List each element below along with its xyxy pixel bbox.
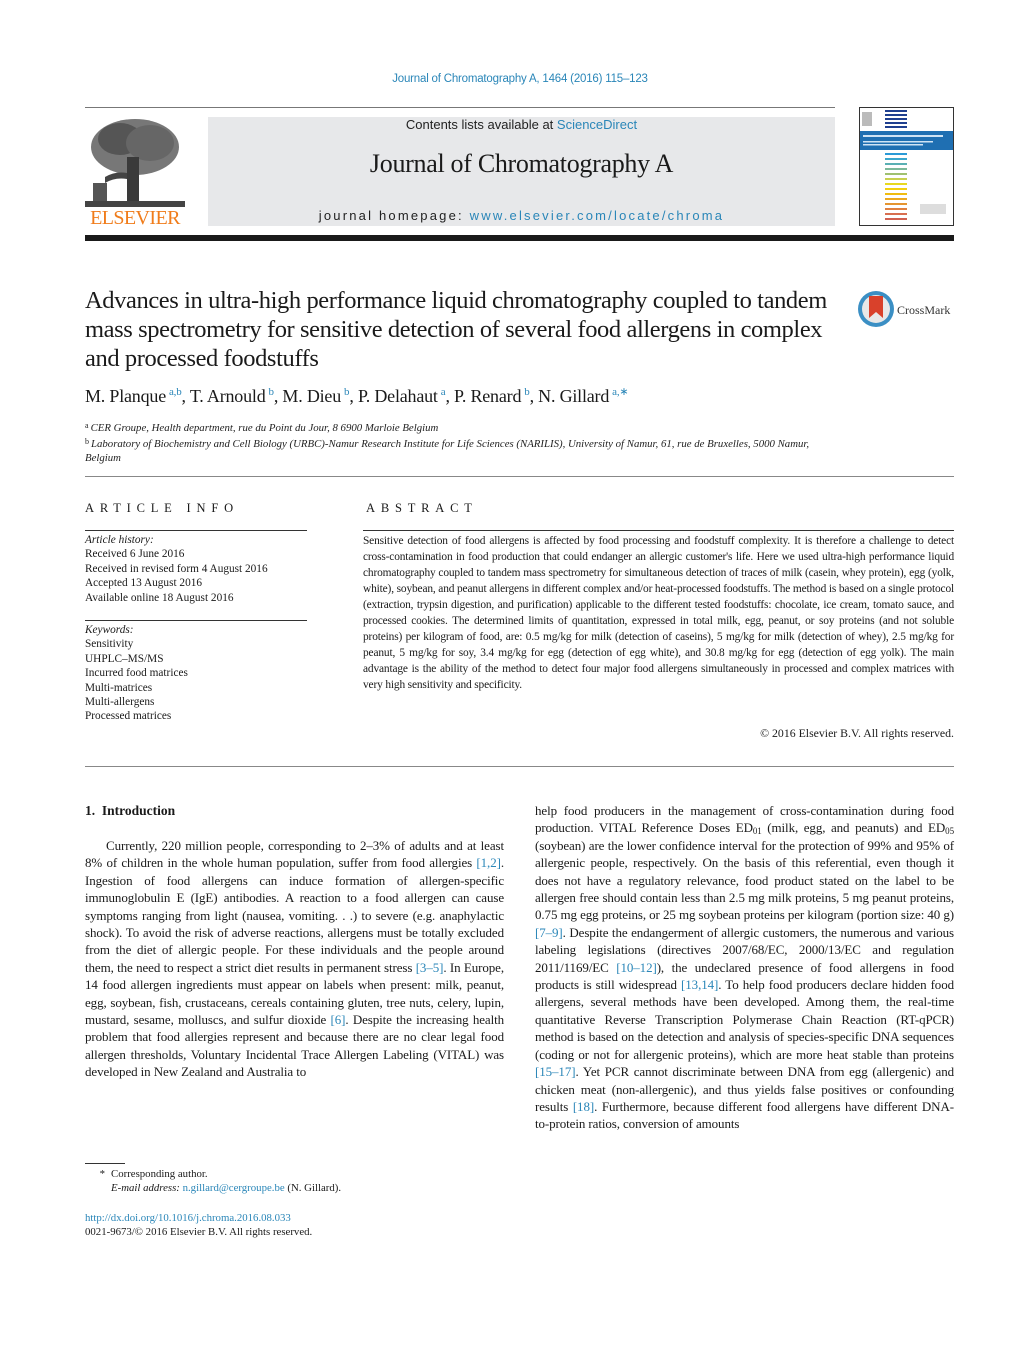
journal-name: Journal of Chromatography A xyxy=(369,149,674,178)
abstract-rule xyxy=(363,530,954,531)
article-history: Article history: Received 6 June 2016 Re… xyxy=(85,533,315,605)
journal-masthead: Contents lists available at ScienceDirec… xyxy=(208,117,835,226)
author-name[interactable]: M. Planque xyxy=(85,386,166,406)
corresponding-author-footnote: * Corresponding author. xyxy=(85,1168,208,1180)
citation-link[interactable]: [3–5] xyxy=(416,960,444,975)
email-label: E-mail address: xyxy=(111,1182,183,1194)
author-name[interactable]: P. Renard xyxy=(454,386,521,406)
journal-cover-icon xyxy=(860,110,953,220)
header-heavy-rule xyxy=(85,235,954,241)
article-info-heading: ARTICLE INFO xyxy=(85,501,239,515)
header-rule xyxy=(85,107,835,108)
citation-link[interactable]: [10–12] xyxy=(616,960,657,975)
citation-link[interactable]: [18] xyxy=(573,1099,594,1114)
footnote-rule xyxy=(85,1163,125,1164)
history-received: Received 6 June 2016 xyxy=(85,548,185,561)
email-suffix: (N. Gillard). xyxy=(284,1182,342,1194)
sciencedirect-link[interactable]: ScienceDirect xyxy=(557,117,637,132)
author-affiliation-mark[interactable]: a,b xyxy=(169,386,182,398)
issn-line: 0021-9673/© 2016 Elsevier B.V. All right… xyxy=(85,1226,313,1238)
section-rule xyxy=(85,766,954,767)
journal-cover-thumbnail[interactable] xyxy=(859,107,954,226)
author-separator: , xyxy=(529,386,539,406)
author-name[interactable]: M. Dieu xyxy=(282,386,341,406)
corresponding-text: Corresponding author. xyxy=(111,1168,208,1180)
author-name[interactable]: P. Delahaut xyxy=(358,386,438,406)
body-text: . Furthermore, because different food al… xyxy=(535,1098,954,1132)
keywords-label: Keywords: xyxy=(85,624,134,636)
affiliation-mark: b xyxy=(85,437,89,446)
crossmark-icon xyxy=(858,291,894,327)
affiliation-text: CER Groupe, Health department, rue du Po… xyxy=(90,422,439,434)
author-name[interactable]: T. Arnould xyxy=(190,386,266,406)
abstract-heading: ABSTRACT xyxy=(366,501,478,515)
keyword-item: Incurred food matrices xyxy=(85,667,188,680)
body-text: (milk, egg, and peanuts) and ED xyxy=(761,820,946,836)
keyword-item: Multi-matrices xyxy=(85,681,153,694)
author-email-link[interactable]: n.gillard@cergroupe.be xyxy=(183,1182,285,1194)
keyword-item: Multi-allergens xyxy=(85,696,155,709)
author-separator: , xyxy=(349,386,358,406)
keyword-item: Processed matrices xyxy=(85,710,172,723)
elsevier-wordmark: ELSEVIER xyxy=(90,207,180,229)
doi-line: http://dx.doi.org/10.1016/j.chroma.2016.… xyxy=(85,1212,291,1224)
contents-line: Contents lists available at ScienceDirec… xyxy=(208,117,835,132)
subscript: 05 xyxy=(945,826,954,837)
affiliations: a CER Groupe, Health department, rue du P… xyxy=(85,419,845,465)
history-online: Available online 18 August 2016 xyxy=(85,591,234,604)
body-text: (soybean) are the lower confidence inter… xyxy=(535,837,954,923)
article-history-label: Article history: xyxy=(85,534,154,546)
homepage-prefix: journal homepage: xyxy=(318,208,470,223)
history-accepted: Accepted 13 August 2016 xyxy=(85,577,203,590)
introduction-heading: 1. Introduction xyxy=(85,803,176,818)
citation-link[interactable]: [15–17] xyxy=(535,1064,576,1079)
keyword-item: Sensitivity xyxy=(85,638,134,651)
author-list: M. Planque a,b, T. Arnould b, M. Dieu b, P.… xyxy=(85,385,629,407)
article-info-rule xyxy=(85,530,307,531)
author-affiliation-mark[interactable]: a,∗ xyxy=(612,386,628,398)
author-separator: , xyxy=(181,386,190,406)
journal-homepage-link[interactable]: www.elsevier.com/locate/chroma xyxy=(470,208,725,223)
affiliation-b: b Laboratory of Biochemistry and Cell Bio… xyxy=(85,435,845,465)
journal-homepage-line: journal homepage: www.elsevier.com/locat… xyxy=(208,208,835,223)
contents-prefix: Contents lists available at xyxy=(405,117,557,132)
article-title: Advances in ultra-high performance liqui… xyxy=(85,287,827,372)
author-name[interactable]: N. Gillard xyxy=(538,386,609,406)
body-column-left: Currently, 220 million people, correspon… xyxy=(85,837,504,1081)
body-column-right: help food producers in the management of… xyxy=(535,802,954,1133)
history-revised: Received in revised form 4 August 2016 xyxy=(85,562,268,575)
author-separator: , xyxy=(445,386,455,406)
abstract-copyright: © 2016 Elsevier B.V. All rights reserved… xyxy=(760,726,954,740)
affiliation-a: a CER Groupe, Health department, rue du P… xyxy=(85,419,845,435)
body-text: Currently, 220 million people, correspon… xyxy=(85,838,504,871)
crossmark-button[interactable]: CrossMark xyxy=(857,290,957,330)
email-footnote: E-mail address: n.gillard@cergroupe.be (… xyxy=(111,1182,341,1194)
keywords: Keywords: Sensitivity UHPLC–MS/MS Incurr… xyxy=(85,623,315,724)
journal-citation-link[interactable]: Journal of Chromatography A, 1464 (2016)… xyxy=(0,73,1020,85)
affiliation-mark: a xyxy=(85,421,89,430)
body-text: . Ingestion of food allergens can induce… xyxy=(85,855,504,975)
elsevier-tree-icon xyxy=(85,117,185,209)
subscript: 01 xyxy=(752,826,762,837)
section-rule xyxy=(85,476,954,477)
citation-link[interactable]: [13,14] xyxy=(681,977,718,992)
crossmark-label: CrossMark xyxy=(897,303,951,317)
footnote-star: * xyxy=(99,1168,105,1180)
affiliation-text: Laboratory of Biochemistry and Cell Biol… xyxy=(85,438,810,464)
keywords-rule xyxy=(85,620,307,621)
abstract-text: Sensitive detection of food allergens is… xyxy=(363,535,954,691)
citation-link[interactable]: [6] xyxy=(330,1012,345,1027)
citation-link[interactable]: [1,2] xyxy=(476,855,501,870)
citation-link[interactable]: [7–9] xyxy=(535,925,563,940)
keyword-item: UHPLC–MS/MS xyxy=(85,652,164,665)
doi-link[interactable]: http://dx.doi.org/10.1016/j.chroma.2016.… xyxy=(85,1212,291,1224)
elsevier-logo[interactable]: ELSEVIER xyxy=(85,117,185,229)
